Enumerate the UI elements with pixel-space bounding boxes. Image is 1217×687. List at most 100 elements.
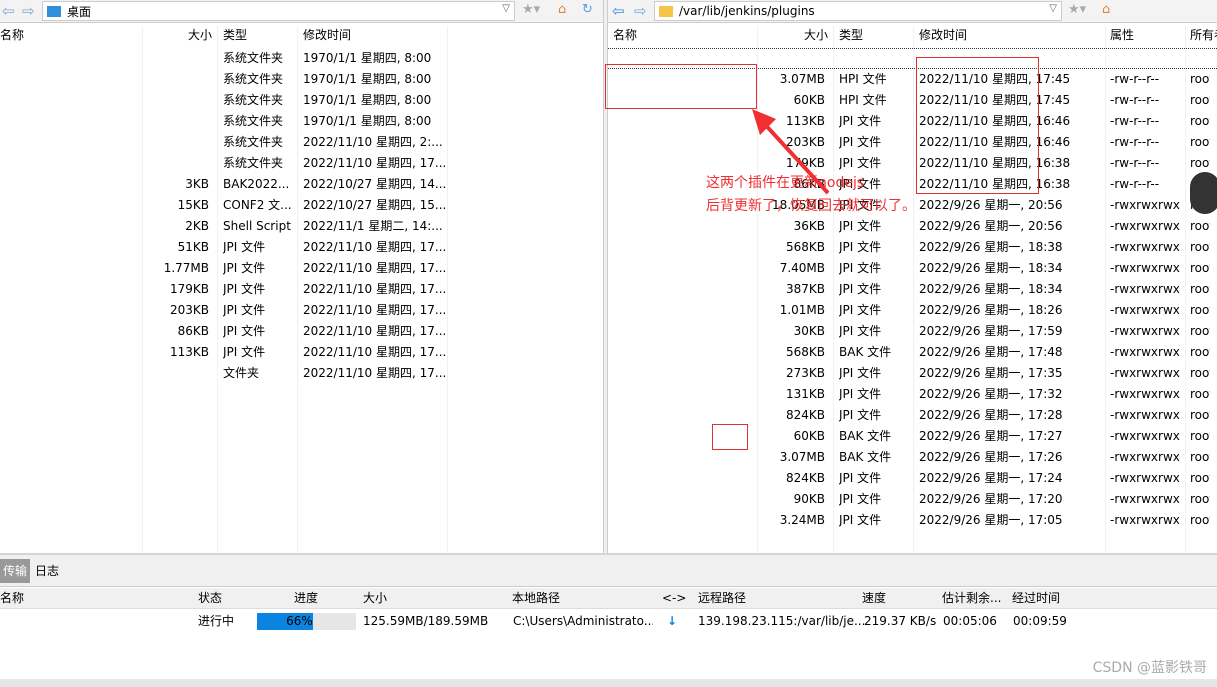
col-name[interactable]: 名称 — [0, 26, 24, 43]
list-item[interactable]: publish-over-ssh.jpi 179KB JPI 文件 2022/1… — [0, 279, 603, 300]
forward-icon[interactable]: ⇨ — [22, 2, 35, 20]
col-progress[interactable]: 进度 — [294, 588, 318, 609]
list-item[interactable]: run.sh 2KB Shell Script 2022/11/1 星期二, 1… — [0, 216, 603, 237]
transfer-panel: 传输 日志 名称 状态 进度 大小 本地路径 <-> 远程路径 速度 估计剩余.… — [0, 553, 1217, 687]
refresh-icon[interactable]: ↻ — [582, 2, 593, 17]
file-type: JPI 文件 — [839, 219, 882, 233]
list-item[interactable]: mina-sshd-api-core... 824KB JPI 文件 2022/… — [608, 405, 1217, 426]
list-item[interactable]: publish-over-ssh.jpi 179KB JPI 文件 2022/1… — [608, 153, 1217, 174]
list-item[interactable]: 百度网盘同步空间 系统文件夹 2022/11/10 星期四, 17... — [0, 153, 603, 174]
list-item[interactable]: jsch.jpi 273KB JPI 文件 2022/9/26 星期一, 17:… — [608, 363, 1217, 384]
list-item[interactable]: github.jpi 1.01MB JPI 文件 2022/9/26 星期一, … — [608, 300, 1217, 321]
col-owner[interactable]: 所有者 — [1190, 26, 1217, 43]
annotation-box-hpi — [605, 64, 757, 109]
local-pane: ⇦ ⇨ 桌面 ▽ ★▾ ⌂ ↻ 名称 大小 类型 修改时间 库 系统文件夹 19… — [0, 0, 603, 553]
list-item[interactable]: config-file-provider... 203KB JPI 文件 202… — [0, 300, 603, 321]
col-size[interactable]: 大小 — [142, 26, 212, 43]
file-date: 2022/11/10 星期四, 17... — [303, 324, 445, 338]
col-elapsed[interactable]: 经过时间 — [1012, 588, 1060, 609]
transfer-size: 125.59MB/189.59MB — [363, 614, 489, 628]
back-icon[interactable]: ⇦ — [612, 2, 625, 20]
progress-text: 66% — [286, 614, 313, 628]
annotation-text-2: 后背更新了，恢复回去就可以了。 — [706, 198, 916, 214]
col-date[interactable]: 修改时间 — [919, 26, 967, 43]
col-name[interactable]: 名称 — [0, 588, 24, 609]
list-item[interactable]: trilead-api.bak 3.07MB BAK 文件 2022/9/26 … — [608, 447, 1217, 468]
list-item[interactable]: ssh-credentials.jpi 51KB JPI 文件 2022/11/… — [0, 237, 603, 258]
file-size: 15KB — [177, 198, 209, 212]
list-item[interactable]: 网络 系统文件夹 1970/1/1 星期四, 8:00 — [0, 111, 603, 132]
list-item[interactable]: ssh-credentials.bak 60KB BAK 文件 2022/9/2… — [608, 426, 1217, 447]
list-item[interactable]: mapdb-api.jpi 387KB JPI 文件 2022/9/26 星期一… — [608, 279, 1217, 300]
file-date: 1970/1/1 星期四, 8:00 — [303, 72, 432, 86]
col-local[interactable]: 本地路径 — [512, 588, 560, 609]
list-item[interactable]: git-server.jpi 30KB JPI 文件 2022/9/26 星期一… — [608, 321, 1217, 342]
chevron-down-icon[interactable]: ▽ — [1049, 3, 1057, 14]
file-type: JPI 文件 — [839, 366, 882, 380]
col-direction[interactable]: <-> — [662, 588, 686, 609]
list-item[interactable]: Administrator 系统文件夹 2022/11/10 星期四, 2:..… — [0, 132, 603, 153]
file-attr: -rwxrwxrwx — [1110, 513, 1180, 527]
chevron-down-icon[interactable]: ▽ — [502, 3, 510, 14]
col-speed[interactable]: 速度 — [862, 588, 886, 609]
list-item[interactable]: nginx.conf2 15KB CONF2 文... 2022/10/27 星… — [0, 195, 603, 216]
list-item[interactable]: subversion.jpi 7.40MB JPI 文件 2022/9/26 星… — [608, 258, 1217, 279]
col-remote[interactable]: 远程路径 — [698, 588, 746, 609]
list-item[interactable]: plugins 文件夹 2022/11/10 星期四, 17... — [0, 363, 603, 384]
file-type: 系统文件夹 — [223, 114, 284, 128]
file-size: 113KB — [169, 345, 209, 359]
list-item[interactable]: git.jpi 568KB JPI 文件 2022/9/26 星期一, 18:3… — [608, 237, 1217, 258]
list-item[interactable]: nginx.conf.bak2022... 3KB BAK2022... 202… — [0, 174, 603, 195]
list-item[interactable]: sshd.jpi 90KB JPI 文件 2022/9/26 星期一, 17:2… — [608, 489, 1217, 510]
transfer-remote-path: 139.198.23.115:/var/lib/je... — [698, 614, 866, 628]
list-item[interactable]: nodejs.jpi 113KB JPI 文件 2022/11/10 星期四, … — [608, 111, 1217, 132]
file-attr: -rwxrwxrwx — [1110, 366, 1180, 380]
home-icon[interactable]: ⌂ — [558, 2, 566, 17]
tab-log[interactable]: 日志 — [32, 559, 62, 583]
list-item[interactable]: 库 系统文件夹 1970/1/1 星期四, 8:00 — [0, 48, 603, 69]
forward-icon[interactable]: ⇨ — [634, 2, 647, 20]
list-item[interactable]: 控制面板 系统文件夹 1970/1/1 星期四, 8:00 — [0, 69, 603, 90]
list-item[interactable]: git-client.jpi 3.24MB JPI 文件 2022/9/26 星… — [608, 510, 1217, 531]
file-date: 2022/11/10 星期四, 17... — [303, 366, 445, 380]
remote-path-input[interactable]: /var/lib/jenkins/plugins ▽ — [654, 1, 1062, 21]
file-date: 1970/1/1 星期四, 8:00 — [303, 51, 432, 65]
col-size[interactable]: 大小 — [758, 26, 828, 43]
tab-transfer[interactable]: 传输 — [0, 559, 31, 583]
list-item[interactable]: trilead-api.jpi 1.77MB JPI 文件 2022/11/10… — [0, 258, 603, 279]
list-item[interactable]: mailer.jpi 131KB JPI 文件 2022/9/26 星期一, 1… — [608, 384, 1217, 405]
local-path-input[interactable]: 桌面 ▽ — [42, 1, 515, 21]
list-item[interactable]: publish-over.jpi 86KB JPI 文件 2022/11/10 … — [608, 174, 1217, 195]
file-type: 系统文件夹 — [223, 51, 284, 65]
col-type[interactable]: 类型 — [839, 26, 863, 43]
file-size: 273KB — [785, 366, 825, 380]
list-item[interactable]: mina-sshd-api-core... 824KB JPI 文件 2022/… — [608, 468, 1217, 489]
list-item[interactable]: nodejs.jpi 113KB JPI 文件 2022/11/10 星期四, … — [0, 342, 603, 363]
file-type: JPI 文件 — [839, 408, 882, 422]
list-item[interactable]: javadoc.jpi 36KB JPI 文件 2022/9/26 星期一, 2… — [608, 216, 1217, 237]
list-item[interactable]: config-file-provider... 203KB JPI 文件 202… — [608, 132, 1217, 153]
back-icon[interactable]: ⇦ — [2, 2, 15, 20]
col-size[interactable]: 大小 — [363, 588, 387, 609]
list-item[interactable]: publish-over.jpi 86KB JPI 文件 2022/11/10 … — [0, 321, 603, 342]
local-column-header: 名称 大小 类型 修改时间 — [0, 26, 603, 46]
col-date[interactable]: 修改时间 — [303, 26, 351, 43]
file-attr: -rwxrwxrwx — [1110, 429, 1180, 443]
col-status[interactable]: 状态 — [198, 588, 222, 609]
col-type[interactable]: 类型 — [223, 26, 247, 43]
file-attr: -rw-r--r-- — [1110, 93, 1160, 107]
list-item[interactable]: git.bak 568KB BAK 文件 2022/9/26 星期一, 17:4… — [608, 342, 1217, 363]
home-icon[interactable]: ⌂ — [1102, 2, 1110, 17]
transfer-row[interactable]: plugins 进行中 66% 125.59MB/189.59MB C:\Use… — [0, 611, 1217, 632]
file-owner: root — [1190, 72, 1210, 86]
list-item[interactable]: 此电脑 系统文件夹 1970/1/1 星期四, 8:00 — [0, 90, 603, 111]
file-size: 1.01MB — [779, 303, 825, 317]
floating-widget[interactable] — [1190, 172, 1217, 214]
col-attr[interactable]: 属性 — [1110, 26, 1134, 43]
bookmark-icon[interactable]: ★▾ — [1068, 2, 1086, 17]
col-name[interactable]: 名称 — [613, 26, 637, 43]
file-owner: root — [1190, 324, 1210, 338]
bookmark-icon[interactable]: ★▾ — [522, 2, 540, 17]
file-type: JPI 文件 — [223, 282, 266, 296]
col-remaining[interactable]: 估计剩余... — [942, 588, 1001, 609]
